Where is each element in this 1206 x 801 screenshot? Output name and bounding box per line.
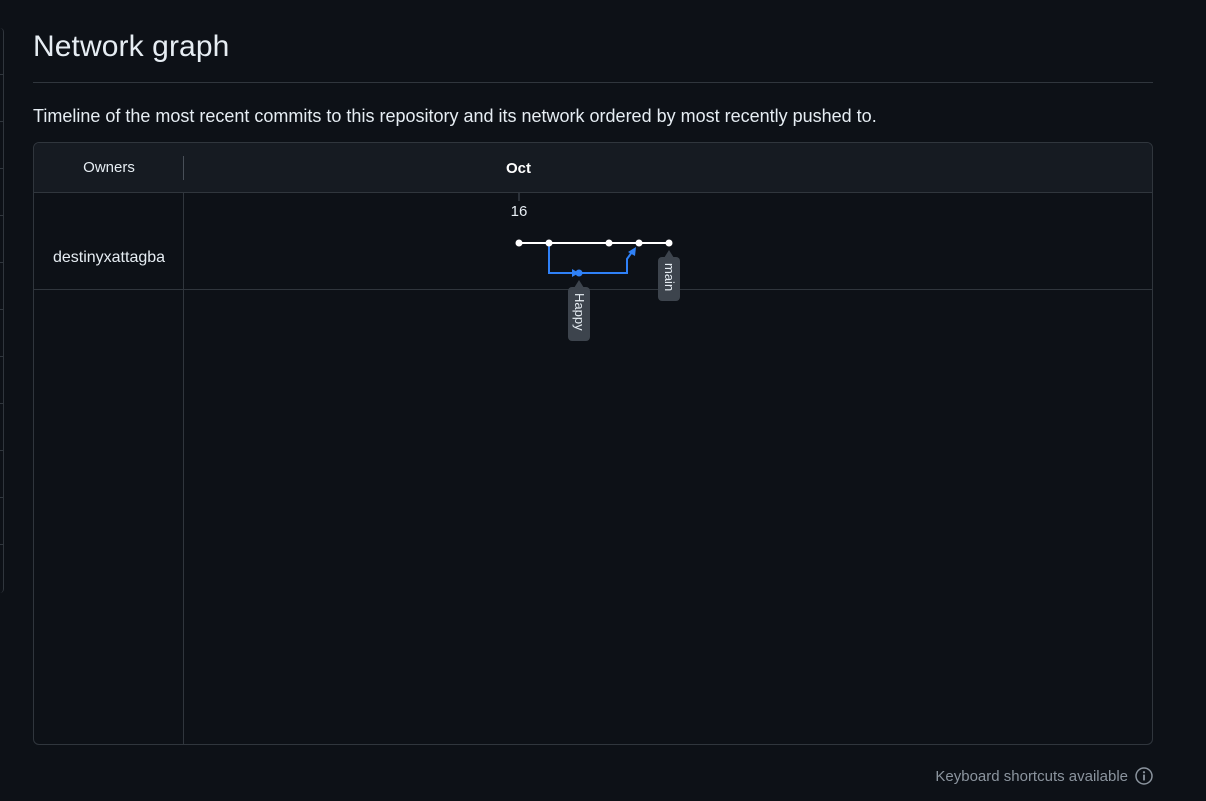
commit-dot — [545, 239, 553, 247]
branch-label-main: main — [658, 250, 680, 301]
happy-branch-merge — [579, 251, 633, 274]
happy-branch-fork — [548, 243, 572, 274]
svg-text:main: main — [662, 263, 677, 291]
svg-text:Happy: Happy — [572, 293, 587, 331]
keyboard-shortcuts-hint[interactable]: Keyboard shortcuts available — [935, 767, 1153, 785]
keyboard-shortcuts-text[interactable]: Keyboard shortcuts available — [935, 768, 1128, 785]
network-graph-canvas[interactable]: 16 main Happy — [34, 143, 1152, 744]
title-divider — [33, 82, 1153, 83]
day-label: 16 — [511, 203, 528, 220]
branch-label-happy: Happy — [568, 280, 590, 341]
network-graph-panel[interactable]: Owners Oct destinyxattagba 16 main Happy — [33, 142, 1153, 745]
page-title: Network graph — [33, 30, 230, 63]
sidebar-edge — [0, 28, 4, 593]
page-description: Timeline of the most recent commits to t… — [33, 106, 877, 126]
commit-dot — [515, 239, 523, 247]
commit-dot-happy — [575, 269, 583, 277]
info-icon[interactable] — [1135, 767, 1153, 785]
commit-dot — [605, 239, 613, 247]
commit-dot — [635, 239, 643, 247]
commit-dot — [665, 239, 673, 247]
